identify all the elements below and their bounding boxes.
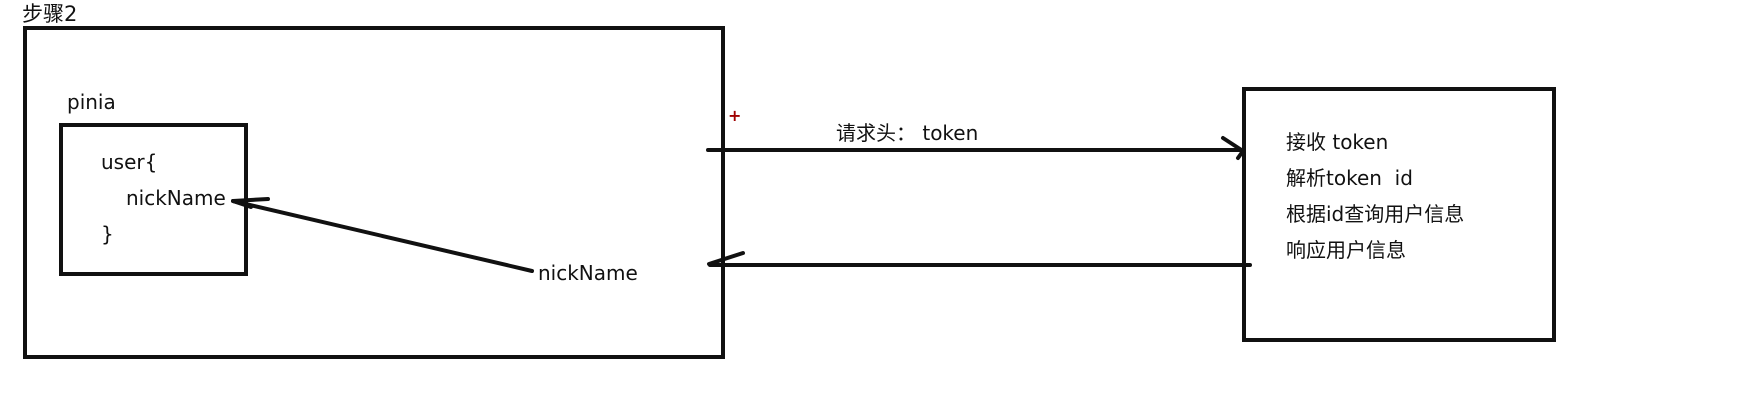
assign-arrow [231,197,534,273]
request-arrow [706,136,1245,160]
arrows-layer [231,136,1252,273]
response-arrow [707,251,1252,267]
